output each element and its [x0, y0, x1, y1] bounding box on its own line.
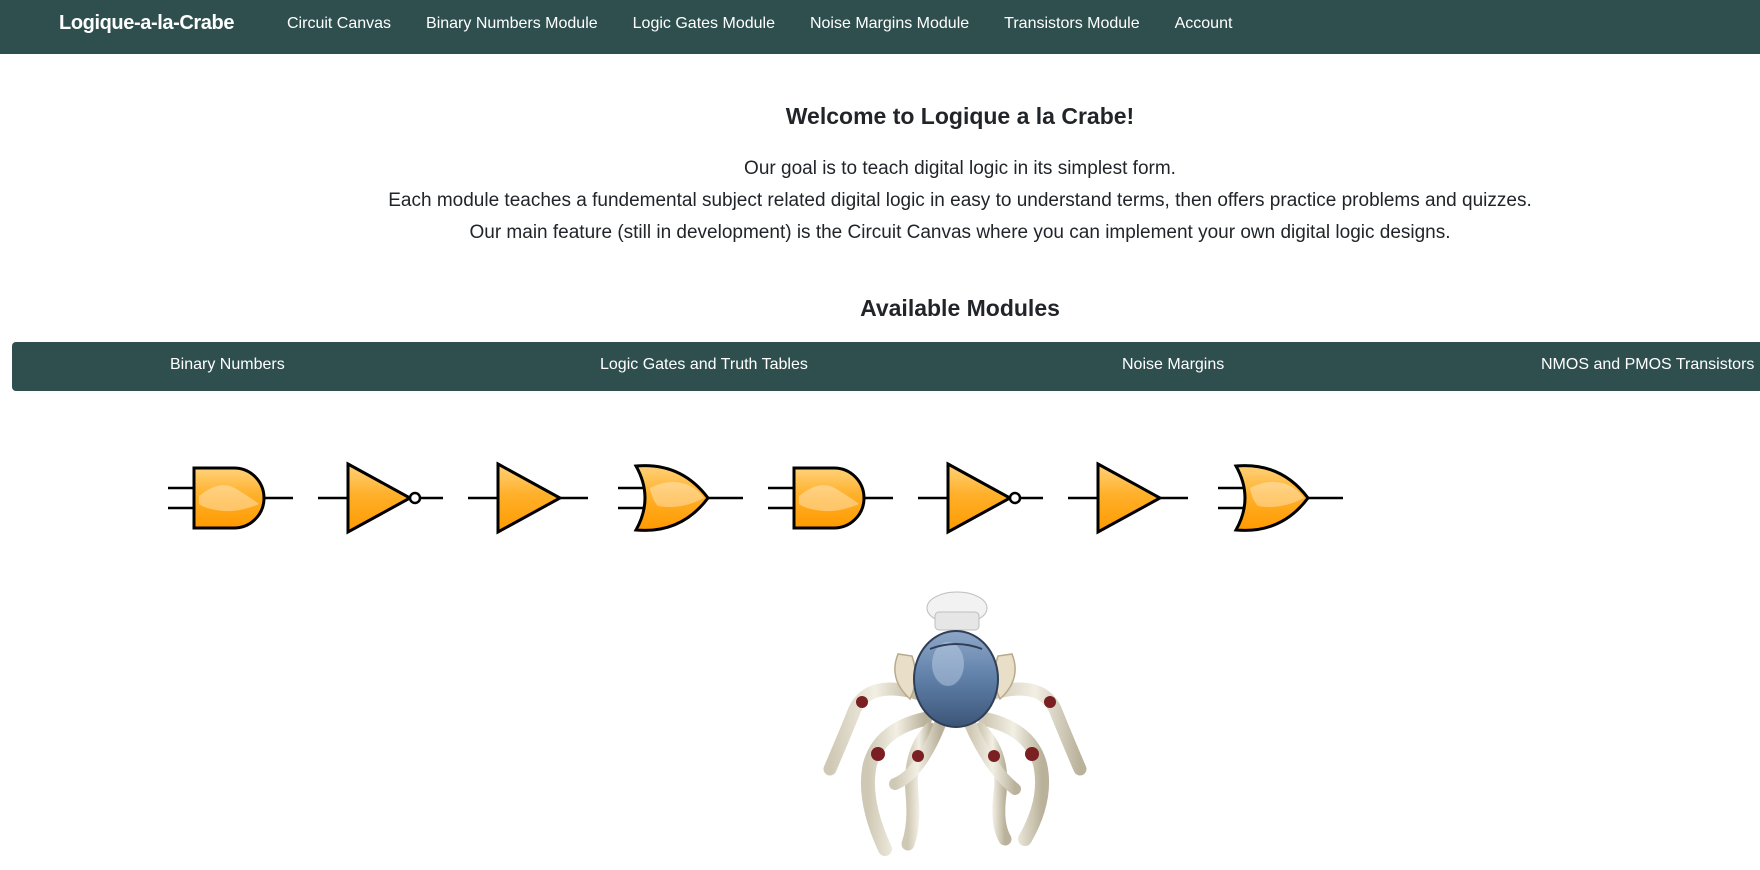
intro-text: Our goal is to teach digital logic in it… — [0, 153, 1760, 249]
crab-chef-mascot-image — [823, 591, 1087, 856]
intro-line-canvas: Our main feature (still in development) … — [469, 222, 1451, 243]
and-gate-icon — [168, 466, 293, 530]
top-navbar: Logique-a-la-Crabe Circuit Canvas Binary… — [0, 0, 1760, 54]
brand-link[interactable]: Logique-a-la-Crabe — [59, 12, 234, 35]
or-gate-icon — [1218, 464, 1343, 532]
module-logic-gates[interactable]: Logic Gates and Truth Tables — [600, 356, 808, 374]
intro-line-goal: Our goal is to teach digital logic in it… — [744, 158, 1176, 179]
nav-link-noise-margins[interactable]: Noise Margins Module — [810, 15, 969, 33]
not-gate-icon — [918, 461, 1043, 535]
intro-line-modules: Each module teaches a fundemental subjec… — [388, 190, 1532, 211]
nav-links: Circuit Canvas Binary Numbers Module Log… — [287, 15, 1267, 33]
nav-link-transistors[interactable]: Transistors Module — [1004, 15, 1139, 33]
nav-link-logic-gates[interactable]: Logic Gates Module — [633, 15, 775, 33]
nav-link-circuit-canvas[interactable]: Circuit Canvas — [287, 15, 391, 33]
module-noise-margins[interactable]: Noise Margins — [1122, 356, 1224, 374]
module-bar: Binary Numbers Logic Gates and Truth Tab… — [12, 342, 1760, 391]
buffer-gate-icon — [1068, 461, 1188, 535]
nav-link-binary-numbers[interactable]: Binary Numbers Module — [426, 15, 598, 33]
module-transistors[interactable]: NMOS and PMOS Transistors — [1541, 356, 1754, 374]
nav-link-account[interactable]: Account — [1175, 15, 1233, 33]
and-gate-icon — [768, 466, 893, 530]
welcome-title: Welcome to Logique a la Crabe! — [785, 103, 1135, 129]
buffer-gate-icon — [468, 461, 588, 535]
available-modules-title: Available Modules — [860, 295, 1060, 321]
or-gate-icon — [618, 464, 743, 532]
not-gate-icon — [318, 461, 443, 535]
module-binary-numbers[interactable]: Binary Numbers — [170, 356, 285, 374]
